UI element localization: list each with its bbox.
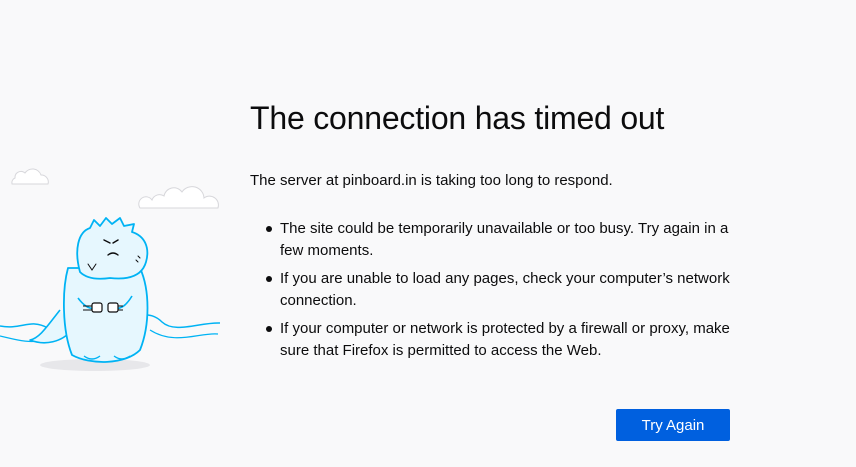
list-item: The site could be temporarily unavailabl… [250,218,740,262]
error-page: The connection has timed out The server … [0,0,856,467]
list-item: If your computer or network is protected… [250,318,740,362]
list-item-text: If your computer or network is protected… [280,320,730,359]
unplugged-dinosaur-illustration [0,168,221,371]
try-again-button[interactable]: Try Again [616,409,730,441]
list-item-text: The site could be temporarily unavailabl… [280,220,729,259]
suggestion-list: The site could be temporarily unavailabl… [250,218,740,362]
list-item: If you are unable to load any pages, che… [250,268,740,312]
cloud-icon [11,168,219,209]
error-description: The server at pinboard.in is taking too … [250,172,613,189]
list-item-text: If you are unable to load any pages, che… [280,270,730,309]
bullet-icon [266,276,272,282]
error-content: The connection has timed out The server … [250,96,740,368]
page-title: The connection has timed out [250,100,665,136]
bullet-icon [266,226,272,232]
bullet-icon [266,326,272,332]
